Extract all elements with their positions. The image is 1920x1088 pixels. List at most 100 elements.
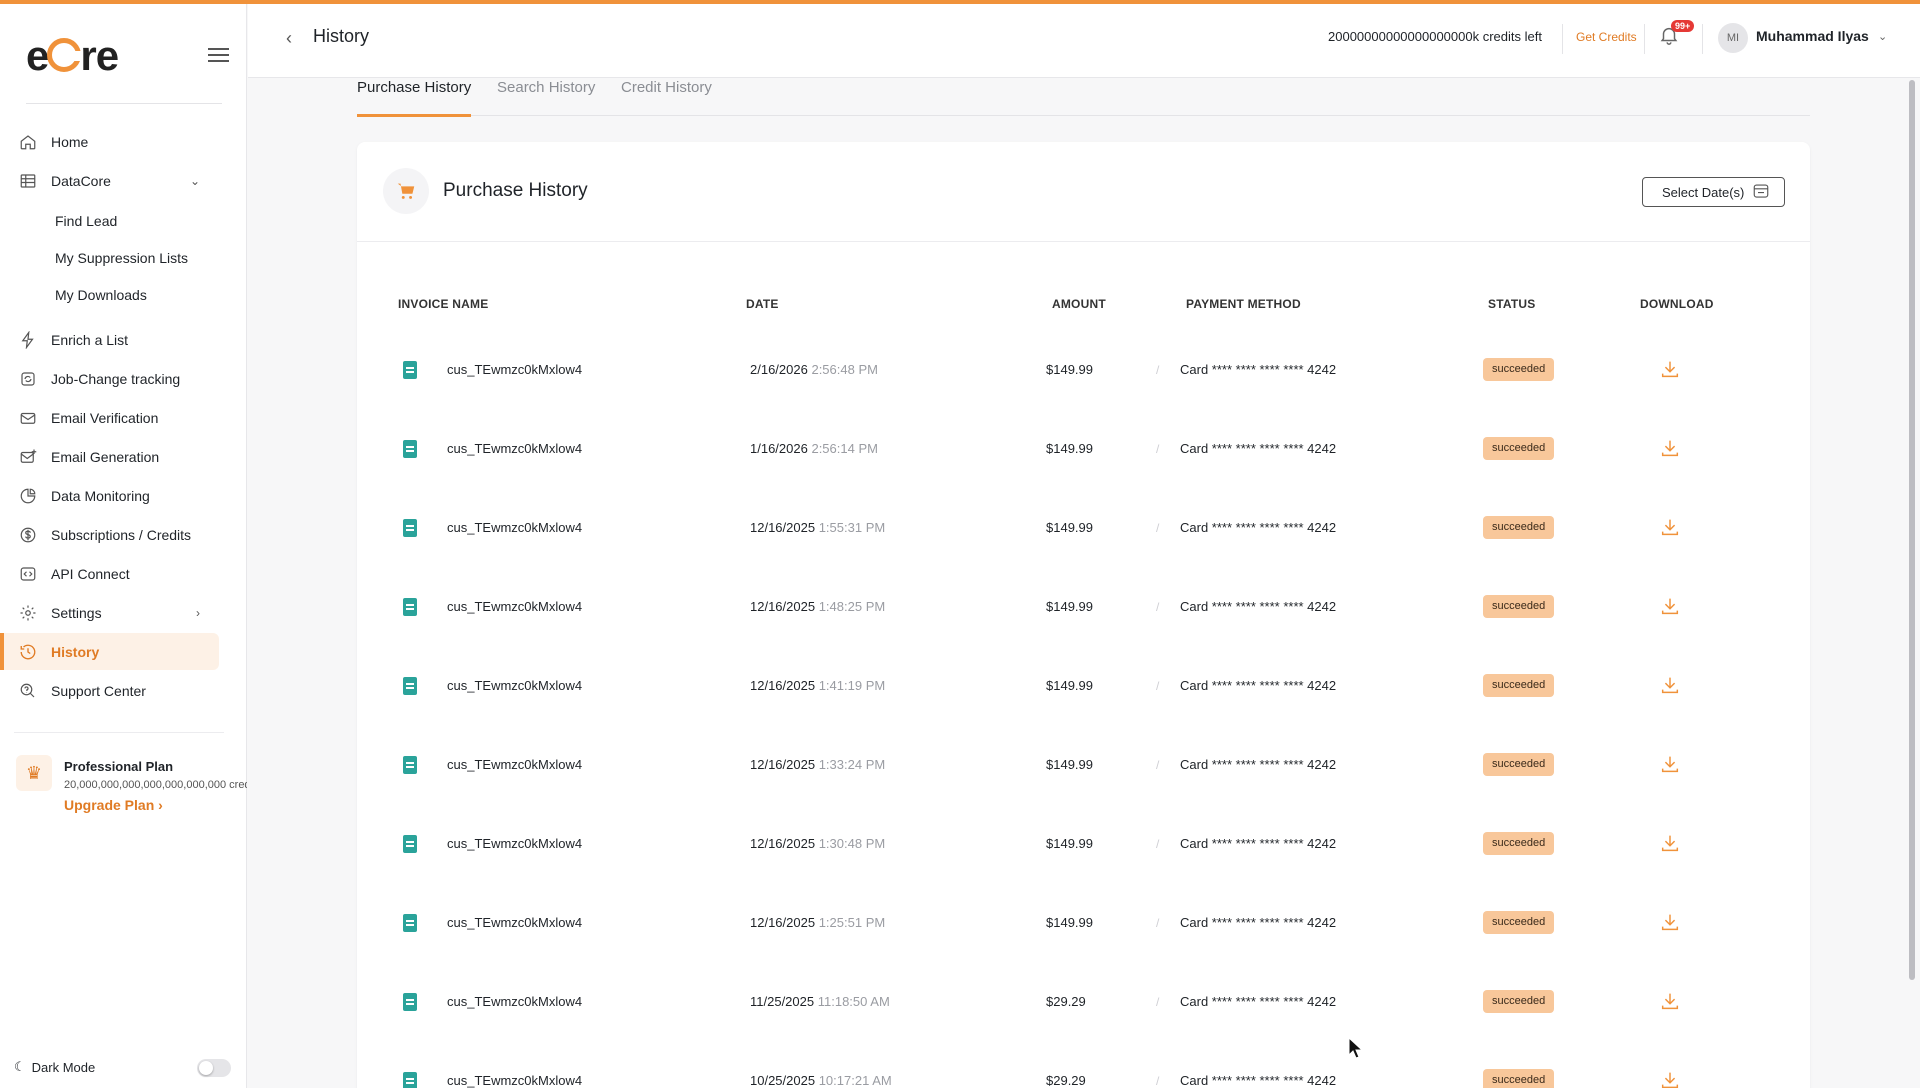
date-value: 11/25/2025 [750,994,815,1009]
cart-icon [383,168,429,214]
header-divider [1562,24,1563,54]
sidebar-item-data-monitoring[interactable]: Data Monitoring [0,477,247,514]
sidebar-divider [26,103,222,104]
chevron-down-icon[interactable]: ⌄ [1878,30,1887,43]
home-icon [18,132,38,152]
invoice-name: cus_TEwmzc0kMxlow4 [447,994,583,1009]
column-header-download: DOWNLOAD [1640,297,1714,311]
sidebar-item-support[interactable]: Support Center [0,672,247,709]
status-badge: succeeded [1483,674,1555,697]
select-dates-button[interactable]: Select Date(s) [1642,177,1785,207]
select-dates-label: Select Date(s) [1662,184,1745,200]
download-icon[interactable] [1659,1069,1681,1088]
menu-icon[interactable] [208,48,229,62]
invoice-date: 11/25/2025 11:18:50 AM [750,994,890,1009]
sidebar-item-suppression-lists[interactable]: My Suppression Lists [0,239,247,276]
invoice-date: 12/16/2025 1:55:31 PM [750,520,885,535]
sidebar-item-email-verification[interactable]: Email Verification [0,399,247,436]
sidebar-item-label: Email Verification [51,409,159,426]
invoice-name: cus_TEwmzc0kMxlow4 [447,915,583,930]
back-arrow-icon[interactable]: ‹ [286,28,292,49]
sidebar-item-settings[interactable]: Settings › [0,594,247,631]
time-value: 1:48:25 PM [818,599,886,614]
tab-purchase-history[interactable]: Purchase History [357,78,472,117]
chevron-down-icon[interactable]: ⌄ [190,174,200,188]
sidebar-item-my-downloads[interactable]: My Downloads [0,276,247,313]
sidebar: e re Home DataCore ⌄ Find Lead My Suppres… [0,4,247,1088]
time-value: 1:55:31 PM [818,520,886,535]
status-badge: succeeded [1483,595,1555,618]
avatar[interactable]: MI [1718,23,1748,53]
sidebar-item-email-generation[interactable]: Email Generation [0,438,247,475]
table-row: cus_TEwmzc0kMxlow4 11/25/2025 11:18:50 AM… [357,966,1810,1045]
page-title: History [313,26,370,46]
sidebar-item-history[interactable]: History [0,633,219,670]
sidebar-item-label: Settings [51,604,102,621]
chevron-right-icon[interactable]: › [196,606,200,620]
sidebar-item-subscriptions[interactable]: Subscriptions / Credits [0,516,247,553]
status-badge: succeeded [1483,437,1555,460]
header-divider [1702,24,1703,54]
invoice-doc-icon [403,1072,417,1088]
download-icon[interactable] [1659,516,1681,538]
status-badge: succeeded [1483,832,1555,855]
notification-badge: 99+ [1671,20,1695,32]
invoice-amount: $149.99 [1046,520,1093,535]
sidebar-item-api-connect[interactable]: API Connect [0,555,247,592]
logo[interactable]: e re [26,32,119,80]
mail-check-icon [18,408,38,428]
download-icon[interactable] [1659,753,1681,775]
download-icon[interactable] [1659,674,1681,696]
invoice-name: cus_TEwmzc0kMxlow4 [447,757,583,772]
sidebar-item-find-lead[interactable]: Find Lead [0,202,247,239]
invoice-amount: $149.99 [1046,441,1093,456]
sidebar-item-label: Support Center [51,682,146,699]
gear-icon [18,603,38,623]
dark-mode-label: Dark Mode [31,1059,96,1075]
sidebar-item-datacore[interactable]: DataCore ⌄ [0,162,247,199]
upgrade-plan-label: Upgrade Plan [64,797,155,813]
invoice-name: cus_TEwmzc0kMxlow4 [447,441,583,456]
tab-credit-history[interactable]: Credit History [621,78,712,116]
user-name[interactable]: Muhammad Ilyas [1756,28,1869,44]
status-badge: succeeded [1483,358,1555,381]
sidebar-item-job-change[interactable]: Job-Change tracking [0,360,247,397]
upgrade-plan-link[interactable]: Upgrade Plan › [64,797,163,813]
sidebar-item-home[interactable]: Home [0,123,247,160]
payment-method: Card **** **** **** **** 4242 [1180,678,1337,693]
sidebar-item-label: Email Generation [51,448,160,465]
payment-method: Card **** **** **** **** 4242 [1180,520,1337,535]
bolt-icon [18,330,38,350]
pie-icon [18,486,38,506]
column-header-invoice: INVOICE NAME [398,297,489,311]
column-separator: / [1156,442,1160,456]
payment-method: Card **** **** **** **** 4242 [1180,441,1337,456]
calendar-icon [1752,182,1770,203]
download-icon[interactable] [1659,595,1681,617]
download-icon[interactable] [1659,832,1681,854]
dark-mode-toggle[interactable] [197,1059,231,1077]
table-icon [18,171,38,191]
invoice-doc-icon [403,677,417,695]
download-icon[interactable] [1659,358,1681,380]
column-separator: / [1156,363,1160,377]
status-badge: succeeded [1483,516,1555,539]
dark-mode-row: ☾ Dark Mode [14,1059,95,1075]
get-credits-link[interactable]: Get Credits [1576,30,1637,44]
sidebar-item-label: My Downloads [55,286,147,303]
time-value: 2:56:48 PM [811,362,878,377]
scrollbar[interactable] [1909,80,1915,980]
column-separator: / [1156,679,1160,693]
download-icon[interactable] [1659,437,1681,459]
invoice-amount: $29.29 [1046,994,1086,1009]
time-value: 1:41:19 PM [818,678,886,693]
download-icon[interactable] [1659,990,1681,1012]
tab-search-history[interactable]: Search History [497,78,595,116]
payment-method: Card **** **** **** **** 4242 [1180,915,1337,930]
date-value: 12/16/2025 [750,836,816,851]
invoice-name: cus_TEwmzc0kMxlow4 [447,678,583,693]
download-icon[interactable] [1659,911,1681,933]
sidebar-item-enrich-list[interactable]: Enrich a List [0,321,247,358]
table-row: cus_TEwmzc0kMxlow4 1/16/2026 2:56:14 PM $1… [357,413,1810,492]
date-value: 10/25/2025 [750,1073,816,1088]
